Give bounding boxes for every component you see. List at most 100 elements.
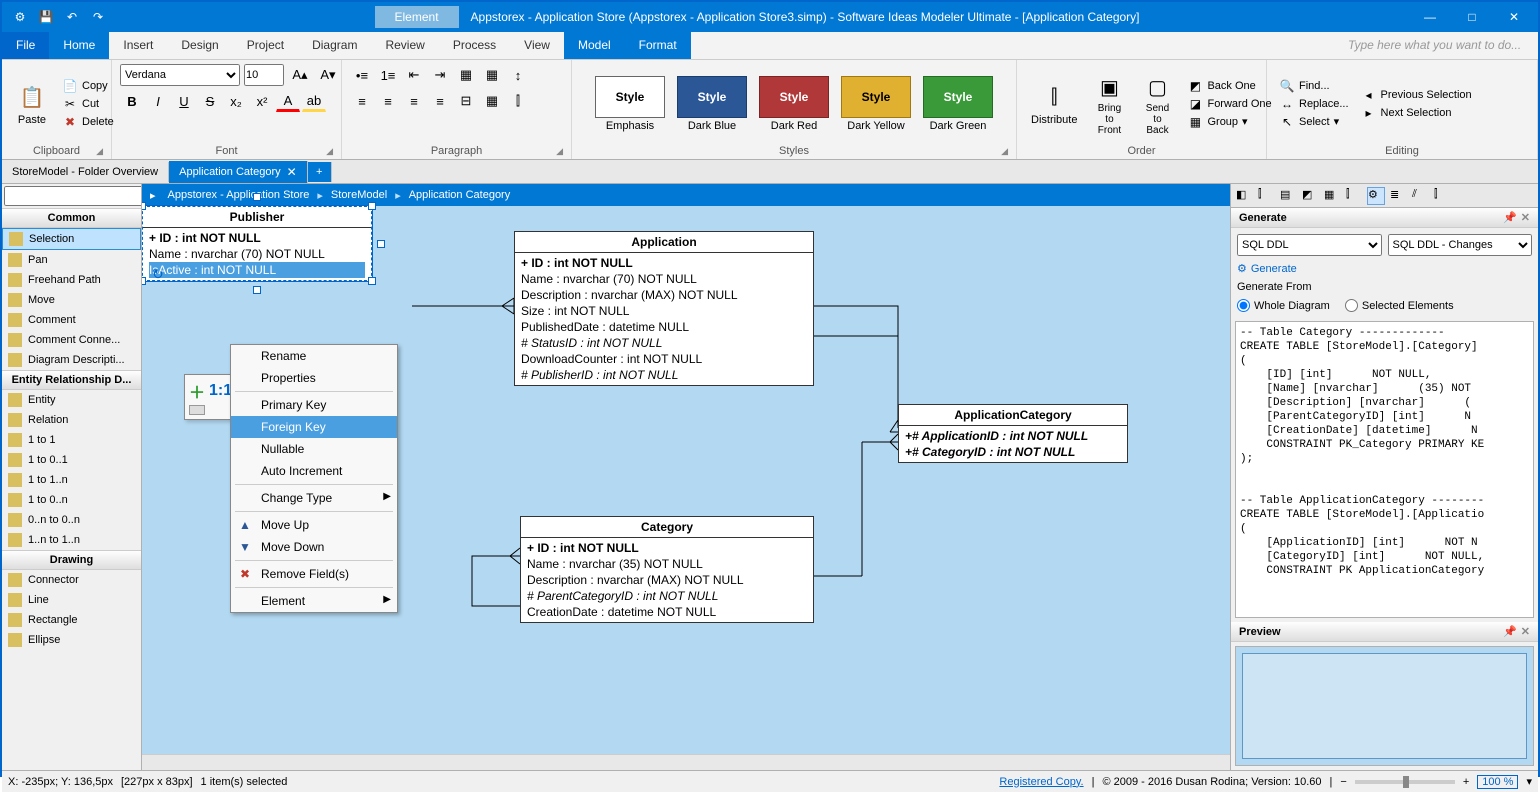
highlight-button[interactable]: ab [302,90,326,112]
crumb-model[interactable]: StoreModel [331,189,387,201]
tool-diagram-descripti-[interactable]: Diagram Descripti... [2,350,141,370]
align-left-button[interactable]: ≡ [350,90,374,112]
menu-review[interactable]: Review [371,32,438,59]
tool-1-to-1[interactable]: 1 to 1 [2,430,141,450]
entity-field[interactable]: +# ApplicationID : int NOT NULL [905,428,1121,444]
menu-insert[interactable]: Insert [109,32,167,59]
entity-field[interactable]: + ID : int NOT NULL [149,230,365,246]
crumb-project[interactable]: Appstorex - Application Store [168,189,310,201]
delete-button[interactable]: ✖Delete [58,114,118,130]
resize-handle[interactable] [368,202,376,210]
tool-selection[interactable]: Selection [2,228,141,250]
menu-format[interactable]: Format [625,32,691,59]
rotate-handle-icon[interactable]: ↻ [152,266,164,283]
replace-button[interactable]: ↔Replace... [1275,96,1353,112]
generate-target-select[interactable]: SQL DDL - Changes [1388,234,1533,256]
menu-item-primary-key[interactable]: Primary Key [231,394,397,416]
resize-handle[interactable] [142,202,146,210]
strip-icon-5[interactable]: ▦ [1323,187,1341,205]
entity-field[interactable]: # StatusID : int NOT NULL [521,335,807,351]
prev-selection-button[interactable]: ◂Previous Selection [1357,87,1476,103]
numbering-button[interactable]: 1≡ [376,64,400,86]
decrease-indent-button[interactable]: ⇤ [402,64,426,86]
menu-item-foreign-key[interactable]: Foreign Key [231,416,397,438]
style-button-0[interactable]: Style [595,76,665,118]
tool-freehand-path[interactable]: Freehand Path [2,270,141,290]
font-family-select[interactable]: Verdana [120,64,240,86]
toolbox-search-input[interactable] [4,186,142,206]
radio-whole-diagram[interactable]: Whole Diagram [1237,299,1330,312]
registered-link[interactable]: Registered Copy. [999,776,1083,788]
clipboard-dialog-launcher[interactable]: ◢ [96,146,103,157]
superscript-button[interactable]: x² [250,90,274,112]
forward-one-button[interactable]: ◪Forward One [1183,96,1275,112]
tool-1-to-0-n[interactable]: 1 to 0..n [2,490,141,510]
tab-application-category[interactable]: Application Category✕ [169,161,308,183]
menu-home[interactable]: Home [49,32,109,59]
strip-icon-1[interactable]: ◧ [1235,187,1253,205]
tool-0-n-to-0-n[interactable]: 0..n to 0..n [2,510,141,530]
toolbox-group-common[interactable]: Common [2,208,141,228]
entity-field[interactable]: DownloadCounter : int NOT NULL [521,351,807,367]
spacing-button[interactable]: ↕ [506,64,530,86]
menu-item-element[interactable]: Element▶ [231,590,397,612]
bold-button[interactable]: B [120,90,144,112]
strip-icon-7[interactable]: ⚙ [1367,187,1385,205]
resize-handle[interactable] [142,277,146,285]
copy-button[interactable]: 📄Copy [58,78,118,94]
menu-item-change-type[interactable]: Change Type▶ [231,487,397,509]
italic-button[interactable]: I [146,90,170,112]
find-button[interactable]: 🔍Find... [1275,78,1353,94]
connector-handle[interactable] [253,286,261,294]
styles-dialog-launcher[interactable]: ◢ [1001,146,1008,157]
color-swatch[interactable] [189,405,205,415]
zoom-slider[interactable] [1355,780,1455,784]
qat-undo-icon[interactable]: ↶ [62,7,82,27]
strip-icon-6[interactable]: ⫿ [1345,187,1363,205]
grow-font-button[interactable]: A▴ [288,64,312,86]
entity-field[interactable]: # PublisherID : int NOT NULL [521,367,807,383]
menu-item-properties[interactable]: Properties [231,367,397,389]
entity-field[interactable]: Description : nvarchar (MAX) NOT NULL [527,572,807,588]
align-button[interactable]: ▦ [454,64,478,86]
horizontal-scrollbar[interactable] [142,754,1230,770]
next-selection-button[interactable]: ▸Next Selection [1357,105,1476,121]
entity-field[interactable]: Name : nvarchar (70) NOT NULL [521,271,807,287]
line-spacing-button[interactable]: ⫿ [506,90,530,112]
close-button[interactable]: ✕ [1494,5,1534,29]
entity-publisher[interactable]: Publisher + ID : int NOT NULLName : nvar… [142,206,372,281]
entity-field[interactable]: Name : nvarchar (70) NOT NULL [149,246,365,262]
entity-field[interactable]: IsActive : int NOT NULL [149,262,365,278]
borders-button[interactable]: ▦ [480,90,504,112]
entity-field[interactable]: Name : nvarchar (35) NOT NULL [527,556,807,572]
bullets-button[interactable]: •≡ [350,64,374,86]
zoom-out-button[interactable]: − [1340,776,1346,788]
generate-link[interactable]: ⚙Generate [1237,262,1532,275]
tool-relation[interactable]: Relation [2,410,141,430]
maximize-button[interactable]: □ [1452,5,1492,29]
tool-1-to-1-n[interactable]: 1 to 1..n [2,470,141,490]
generated-code-box[interactable]: -- Table Category ------------- CREATE T… [1235,321,1534,618]
distribute-button[interactable]: ⫿Distribute [1025,80,1083,128]
strike-button[interactable]: S [198,90,222,112]
menu-diagram[interactable]: Diagram [298,32,371,59]
contextual-tab-element[interactable]: Element [375,6,459,28]
entity-application-category[interactable]: ApplicationCategory +# ApplicationID : i… [898,404,1128,463]
strip-icon-2[interactable]: ⫿ [1257,187,1275,205]
strip-icon-10[interactable]: ⫿ [1433,187,1451,205]
style-button-3[interactable]: Style [841,76,911,118]
menu-item-move-up[interactable]: Move Up▲ [231,514,397,536]
entity-field[interactable]: # ParentCategoryID : int NOT NULL [527,588,807,604]
menu-file[interactable]: File [2,32,49,59]
entity-field[interactable]: PublishedDate : datetime NULL [521,319,807,335]
style-button-1[interactable]: Style [677,76,747,118]
entity-category[interactable]: Category + ID : int NOT NULLName : nvarc… [520,516,814,623]
style-button-4[interactable]: Style [923,76,993,118]
entity-field[interactable]: +# CategoryID : int NOT NULL [905,444,1121,460]
back-one-button[interactable]: ◩Back One [1183,78,1275,94]
pane-close-icon[interactable]: ✕ [1521,625,1530,638]
tool-comment-conne-[interactable]: Comment Conne... [2,330,141,350]
menu-model[interactable]: Model [564,32,625,59]
radio-selected-elements[interactable]: Selected Elements [1345,299,1454,312]
tool-entity[interactable]: Entity [2,390,141,410]
